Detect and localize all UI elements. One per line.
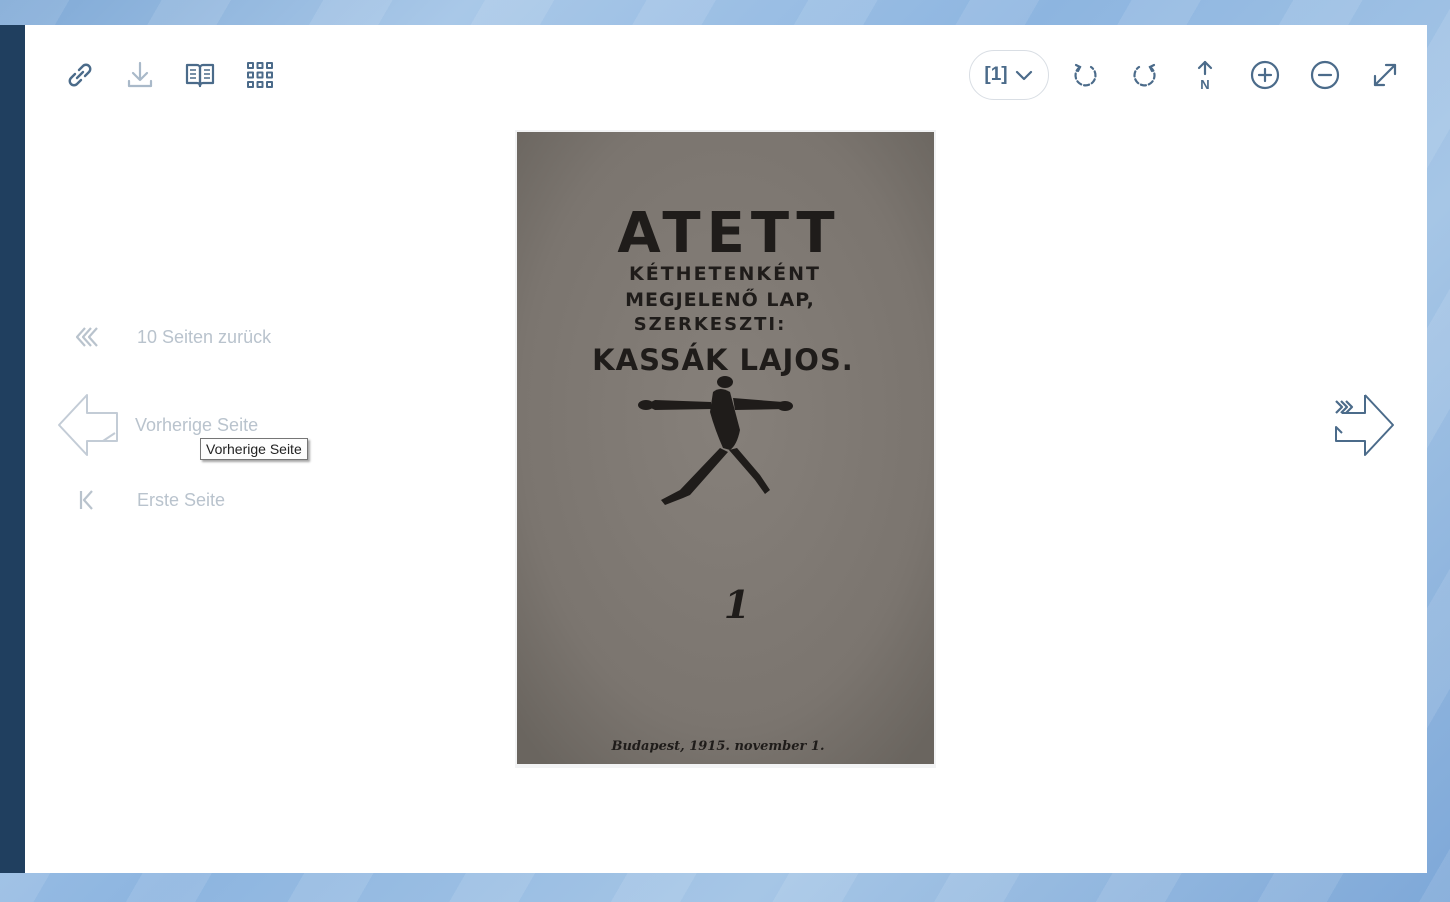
doc-title: ATETT	[617, 201, 840, 266]
page-select[interactable]: [1]	[969, 50, 1049, 100]
download-icon[interactable]	[120, 55, 160, 95]
doc-issue-number: 1	[724, 582, 750, 627]
tooltip: Vorherige Seite	[200, 438, 308, 460]
document-viewer: [1] N 10 Seiten zurück Vorherige Seite E…	[25, 25, 1427, 873]
north-icon[interactable]: N	[1185, 55, 1225, 95]
back-10-pages-button[interactable]: 10 Seiten zurück	[55, 325, 271, 349]
page-select-value: [1]	[984, 64, 1008, 85]
first-page-icon	[55, 488, 119, 512]
document-page-image[interactable]: ATETT KÉTHETENKÉNT MEGJELENŐ LAP, SZERKE…	[515, 130, 936, 768]
triple-chevron-left-icon	[55, 325, 119, 349]
first-page-label: Erste Seite	[137, 489, 226, 510]
arrow-left-icon	[55, 393, 119, 457]
book-icon[interactable]	[180, 55, 220, 95]
arrow-right-icon	[1335, 394, 1394, 456]
left-sidebar-strip	[0, 25, 25, 873]
fullscreen-icon[interactable]	[1365, 55, 1405, 95]
zoom-out-icon[interactable]	[1305, 55, 1345, 95]
grid-icon[interactable]	[240, 55, 280, 95]
previous-page-label: Vorherige Seite	[135, 414, 259, 435]
first-page-button[interactable]: Erste Seite	[55, 488, 225, 512]
link-icon[interactable]	[60, 55, 100, 95]
doc-subtitle-line1: KÉTHETENKÉNT	[629, 262, 821, 285]
doc-editor: KASSÁK LAJOS.	[592, 343, 854, 377]
back-10-pages-label: 10 Seiten zurück	[137, 326, 272, 347]
north-letter: N	[1200, 77, 1209, 91]
zoom-in-icon[interactable]	[1245, 55, 1285, 95]
rotate-left-icon[interactable]	[1065, 55, 1105, 95]
chevron-down-icon	[1015, 70, 1032, 81]
rotate-right-icon[interactable]	[1125, 55, 1165, 95]
doc-subtitle-line2: MEGJELENŐ LAP,	[625, 287, 815, 311]
doc-footer: Budapest, 1915. november 1.	[611, 739, 825, 754]
doc-subtitle-line3: SZERKESZTI:	[634, 314, 787, 335]
next-page-button[interactable]	[1328, 393, 1398, 457]
